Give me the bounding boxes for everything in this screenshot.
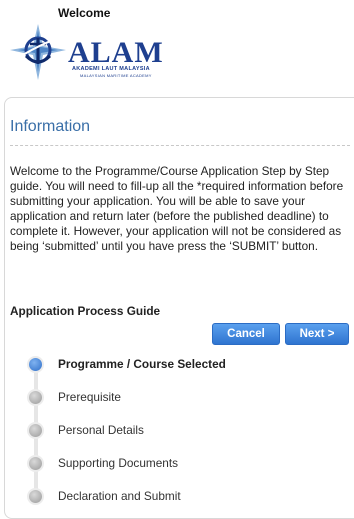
welcome-heading: Welcome (58, 6, 111, 20)
step-dot-icon (27, 454, 44, 472)
step-active-dot-icon (27, 355, 44, 373)
step-personal-details: Personal Details (27, 421, 144, 439)
logo-subtitle-english: MALAYSIAN MARITIME ACADEMY (80, 73, 152, 78)
logo-wordmark: ALAM (68, 36, 164, 69)
step-dot-icon (27, 421, 44, 439)
guide-title: Application Process Guide (10, 304, 161, 318)
logo-subtitle: AKADEMI LAUT MALAYSIA (72, 66, 150, 72)
next-button[interactable]: Next > (285, 323, 349, 345)
step-dot-icon (27, 487, 44, 505)
step-dot-icon (27, 388, 44, 406)
title-divider (10, 145, 350, 146)
alam-logo: ALAM AKADEMI LAUT MALAYSIA MALAYSIAN MAR… (8, 22, 163, 82)
step-label: Supporting Documents (58, 456, 179, 470)
cancel-button[interactable]: Cancel (212, 323, 280, 345)
step-prerequisite: Prerequisite (27, 388, 121, 406)
step-supporting-documents: Supporting Documents (27, 454, 178, 472)
intro-text: Welcome to the Programme/Course Applicat… (10, 164, 344, 253)
step-label: Personal Details (58, 423, 144, 437)
step-label: Prerequisite (58, 390, 121, 404)
step-label: Programme / Course Selected (58, 357, 226, 371)
step-label: Declaration and Submit (58, 489, 181, 503)
step-programme-course: Programme / Course Selected (27, 355, 226, 373)
step-declaration-submit: Declaration and Submit (27, 487, 181, 505)
panel-title: Information (10, 118, 91, 135)
information-panel: Information Welcome to the Programme/Cou… (4, 97, 354, 519)
